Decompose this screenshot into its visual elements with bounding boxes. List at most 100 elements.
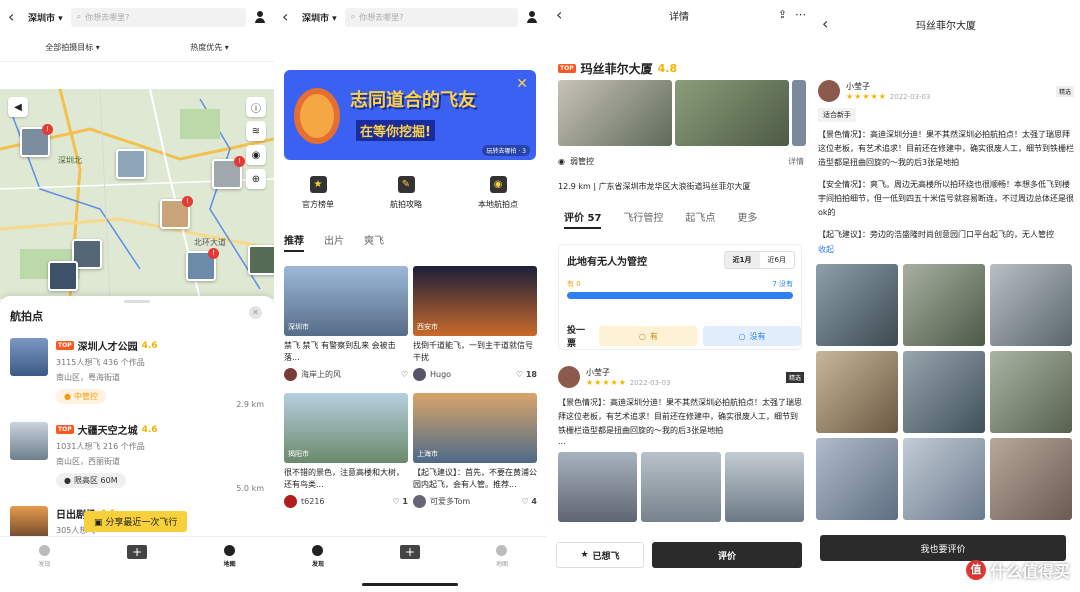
- watermark: 值什么值得买: [965, 558, 1070, 582]
- review-more[interactable]: ...: [558, 438, 804, 446]
- like-icon[interactable]: ♡: [392, 497, 399, 506]
- spot-photo[interactable]: [558, 80, 672, 146]
- more-icon[interactable]: ⋯: [795, 8, 806, 21]
- tab-map[interactable]: 地图: [224, 545, 236, 568]
- city-selector[interactable]: 深圳市 ▾: [28, 11, 63, 24]
- medal-icon: ★: [309, 176, 327, 193]
- promo-banner[interactable]: ✕ 志同道合的飞友 在等你挖掘! 玩转去哪拍 · 3: [284, 70, 536, 160]
- review-photo[interactable]: [641, 452, 721, 522]
- review-photo[interactable]: [990, 351, 1072, 433]
- collapse-link[interactable]: 收起: [818, 244, 1074, 255]
- back-icon[interactable]: ‹: [822, 16, 834, 32]
- quick-official-rank[interactable]: ★ 官方榜单: [302, 176, 334, 210]
- back-icon[interactable]: ‹: [556, 7, 568, 23]
- feed-card[interactable]: 上海市 【起飞建议】：首先，不要在黄浦公园内起飞，会有人管。推荐... 可爱多T…: [413, 393, 537, 508]
- map-pin[interactable]: !: [160, 196, 193, 229]
- tab-discover[interactable]: 发现: [312, 545, 324, 568]
- tab-photos[interactable]: 出片: [324, 232, 344, 252]
- search-placeholder: 你想去哪里?: [85, 12, 130, 22]
- user-icon[interactable]: [526, 11, 538, 23]
- tab-takeoff[interactable]: 起飞点: [685, 209, 715, 229]
- detail-link[interactable]: 详情: [788, 156, 804, 167]
- review-photo[interactable]: [816, 351, 898, 433]
- review-photo[interactable]: [903, 438, 985, 520]
- city-selector[interactable]: 深圳市 ▾: [302, 11, 337, 24]
- info-icon[interactable]: ⓘ: [246, 97, 266, 117]
- close-icon[interactable]: ✕: [516, 76, 528, 92]
- spot-photo[interactable]: [792, 80, 806, 146]
- user-icon[interactable]: [254, 11, 266, 23]
- vote-yes-button[interactable]: ○ 有: [599, 326, 698, 346]
- search-input[interactable]: ⌕ 你想去哪里?: [344, 7, 518, 27]
- eye-icon[interactable]: ◉: [246, 145, 266, 165]
- photo-strip[interactable]: [558, 80, 806, 146]
- tab-fly[interactable]: 爽飞: [364, 232, 384, 252]
- tab-add[interactable]: +: [399, 545, 420, 559]
- review-button[interactable]: 评价: [652, 542, 802, 568]
- map-pin[interactable]: !: [186, 248, 219, 281]
- review-photo[interactable]: [903, 351, 985, 433]
- featured-badge: 精选: [1055, 85, 1074, 97]
- tab-map[interactable]: 地图: [496, 545, 508, 568]
- tab-control[interactable]: 飞行管控: [623, 209, 663, 229]
- want-fly-button[interactable]: ★ 已想飞: [556, 542, 644, 568]
- review-photo[interactable]: [816, 438, 898, 520]
- map-pin[interactable]: [48, 261, 78, 291]
- map-pin-icon: [224, 545, 236, 556]
- sheet-handle[interactable]: [124, 300, 150, 303]
- review-photo[interactable]: [990, 438, 1072, 520]
- share-icon[interactable]: ⇪: [778, 8, 787, 21]
- list-item[interactable]: TOP 深圳人才公园 4.6 3115人想飞 436 个作品 南山区，粤海街道 ● 中…: [0, 330, 274, 414]
- map-view[interactable]: 深圳北 北环大道 ◀ ⓘ ≋ ◉ ⊕ ! ! ! !: [0, 89, 274, 299]
- back-icon[interactable]: ‹: [282, 9, 294, 25]
- tab-more[interactable]: 更多: [737, 209, 757, 229]
- review-takeoff: 【起飞建议】：旁边的浩盛隆时尚创意园门口平台起飞的，无人管控: [818, 230, 1054, 239]
- map-pin[interactable]: !: [212, 156, 245, 189]
- map-pin[interactable]: [116, 149, 146, 179]
- range-6m[interactable]: 近6月: [760, 252, 794, 268]
- avatar[interactable]: [413, 368, 426, 381]
- avatar[interactable]: [284, 495, 297, 508]
- search-input[interactable]: ⌕ 你想去哪里?: [70, 7, 246, 27]
- feed-card[interactable]: 深圳市 禁飞 禁飞 有警察到乱来 会被击落... 海岸上的风 ♡: [284, 266, 408, 381]
- share-flight-button[interactable]: ▣ 分享最近一次飞行: [84, 511, 188, 532]
- tab-add[interactable]: +: [127, 545, 147, 559]
- action-bar: ★ 已想飞 评价: [546, 536, 812, 592]
- feed-card[interactable]: 西安市 找倒千道能飞，一到主干道就信号干扰 Hugo ♡ 18: [413, 266, 537, 381]
- like-icon[interactable]: ♡: [521, 497, 528, 506]
- tab-discover[interactable]: 发现: [38, 545, 50, 568]
- tab-reviews[interactable]: 评价 57: [564, 209, 602, 229]
- map-pin[interactable]: [248, 245, 274, 275]
- feed-card[interactable]: 揭阳市 很不错的景色，注意高楼和大树，还有鸟类... t6216 ♡ 1: [284, 393, 408, 508]
- avatar[interactable]: [413, 495, 426, 508]
- review-photo[interactable]: [558, 452, 638, 522]
- like-icon[interactable]: ♡: [401, 370, 408, 379]
- quick-guides[interactable]: ✎ 航拍攻略: [390, 176, 422, 210]
- spot-thumbnail: [10, 338, 48, 376]
- review-photo[interactable]: [816, 264, 898, 346]
- guide-icon: ✎: [397, 176, 415, 193]
- review-photo[interactable]: [990, 264, 1072, 346]
- close-icon[interactable]: ✕: [249, 306, 262, 319]
- vote-no-button[interactable]: ○ 没有: [703, 326, 802, 346]
- layers-icon[interactable]: ≋: [246, 121, 266, 141]
- sound-icon[interactable]: ◀: [8, 97, 28, 117]
- spot-stats: 1031人想飞 216 个作品: [56, 442, 145, 451]
- filter-target[interactable]: 全部拍摄目标 ▾: [45, 42, 100, 53]
- list-item[interactable]: TOP 大疆天空之城 4.6 1031人想飞 216 个作品 南山区，西丽街道 ● 限…: [0, 414, 274, 498]
- locate-icon[interactable]: ⊕: [246, 169, 266, 189]
- like-icon[interactable]: ♡: [516, 370, 523, 379]
- range-1m[interactable]: 近1月: [724, 252, 760, 268]
- review-photo[interactable]: [903, 264, 985, 346]
- filter-sort[interactable]: 热度优先 ▾: [190, 42, 229, 53]
- avatar[interactable]: [818, 80, 840, 102]
- back-icon[interactable]: ‹: [8, 9, 20, 25]
- spot-photo[interactable]: [675, 80, 789, 146]
- avatar[interactable]: [558, 366, 580, 388]
- quick-local-spots[interactable]: ◉ 本地航拍点: [478, 176, 518, 210]
- avatar[interactable]: [284, 368, 297, 381]
- range-toggle[interactable]: 近1月 近6月: [723, 251, 795, 269]
- review-photo[interactable]: [724, 452, 804, 522]
- map-pin[interactable]: !: [20, 124, 53, 157]
- tab-recommend[interactable]: 推荐: [284, 232, 304, 252]
